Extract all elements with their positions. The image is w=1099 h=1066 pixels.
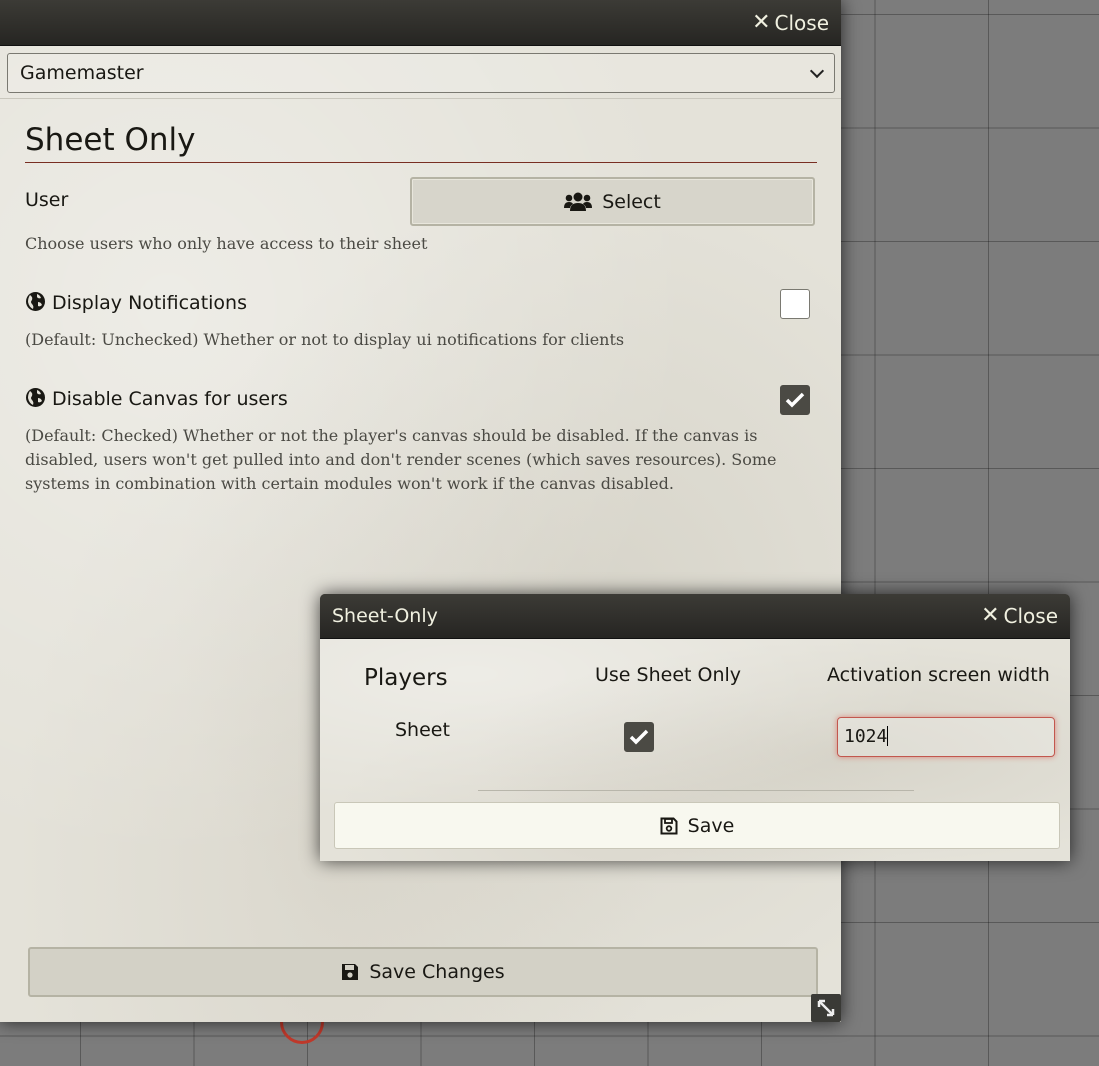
user-setting-label: User: [25, 189, 69, 211]
user-setting-hint: Choose users who only have access to the…: [25, 234, 428, 253]
activation-width-column-header: Activation screen width: [827, 664, 1050, 686]
floppy-disk-icon: [342, 964, 359, 980]
divider: [478, 790, 914, 791]
checkmark-icon: [629, 729, 649, 745]
resize-handle[interactable]: [811, 994, 841, 1022]
close-icon: ✕: [752, 9, 771, 35]
disable-canvas-hint: (Default: Checked) Whether or not the pl…: [25, 426, 777, 493]
close-icon: ✕: [981, 603, 1000, 628]
disable-canvas-label-row: Disable Canvas for users: [25, 387, 288, 410]
role-select-value: Gamemaster: [20, 62, 144, 84]
display-notifications-label-row: Display Notifications: [25, 291, 247, 314]
activation-width-value: 1024: [844, 726, 888, 747]
settings-window-header[interactable]: ✕ Close: [0, 0, 841, 46]
close-label: Close: [1003, 604, 1058, 628]
save-button[interactable]: Save: [334, 802, 1060, 849]
sheet-only-dialog: Sheet-Only ✕ Close Players Use Sheet Onl…: [320, 594, 1070, 861]
dialog-title: Sheet-Only: [332, 605, 438, 627]
save-label: Save: [687, 814, 735, 837]
display-notifications-checkbox[interactable]: [780, 289, 810, 319]
settings-close-button[interactable]: ✕ Close: [752, 11, 829, 35]
save-changes-label: Save Changes: [369, 961, 505, 983]
display-notifications-hint: (Default: Unchecked) Whether or not to d…: [25, 330, 625, 349]
floppy-disk-outline-icon: [660, 817, 678, 834]
globe-icon: [26, 292, 45, 311]
text-caret: [887, 726, 889, 746]
player-name: Sheet: [395, 719, 450, 741]
dialog-close-button[interactable]: ✕ Close: [981, 604, 1058, 628]
dialog-header[interactable]: Sheet-Only ✕ Close: [320, 594, 1070, 639]
select-users-button[interactable]: Select: [410, 177, 815, 226]
close-label: Close: [774, 10, 829, 35]
section-title: Sheet Only: [25, 122, 817, 163]
players-column-header: Players: [364, 665, 448, 691]
globe-icon: [26, 388, 45, 407]
save-changes-button[interactable]: Save Changes: [28, 947, 818, 997]
checkmark-icon: [785, 392, 805, 408]
activation-width-input[interactable]: 1024: [837, 717, 1055, 757]
settings-window: ✕ Close Gamemaster Sheet Only User Selec…: [0, 0, 841, 1022]
divider: [0, 98, 841, 99]
disable-canvas-label: Disable Canvas for users: [52, 388, 288, 410]
disable-canvas-checkbox[interactable]: [780, 385, 810, 415]
select-users-label: Select: [602, 190, 661, 213]
users-icon: [564, 192, 593, 211]
role-select[interactable]: Gamemaster: [7, 53, 835, 93]
resize-icon: [817, 999, 835, 1017]
chevron-down-icon: [809, 63, 825, 78]
display-notifications-label: Display Notifications: [52, 292, 247, 314]
use-sheet-only-column-header: Use Sheet Only: [595, 664, 742, 686]
use-sheet-only-checkbox[interactable]: [624, 722, 654, 752]
